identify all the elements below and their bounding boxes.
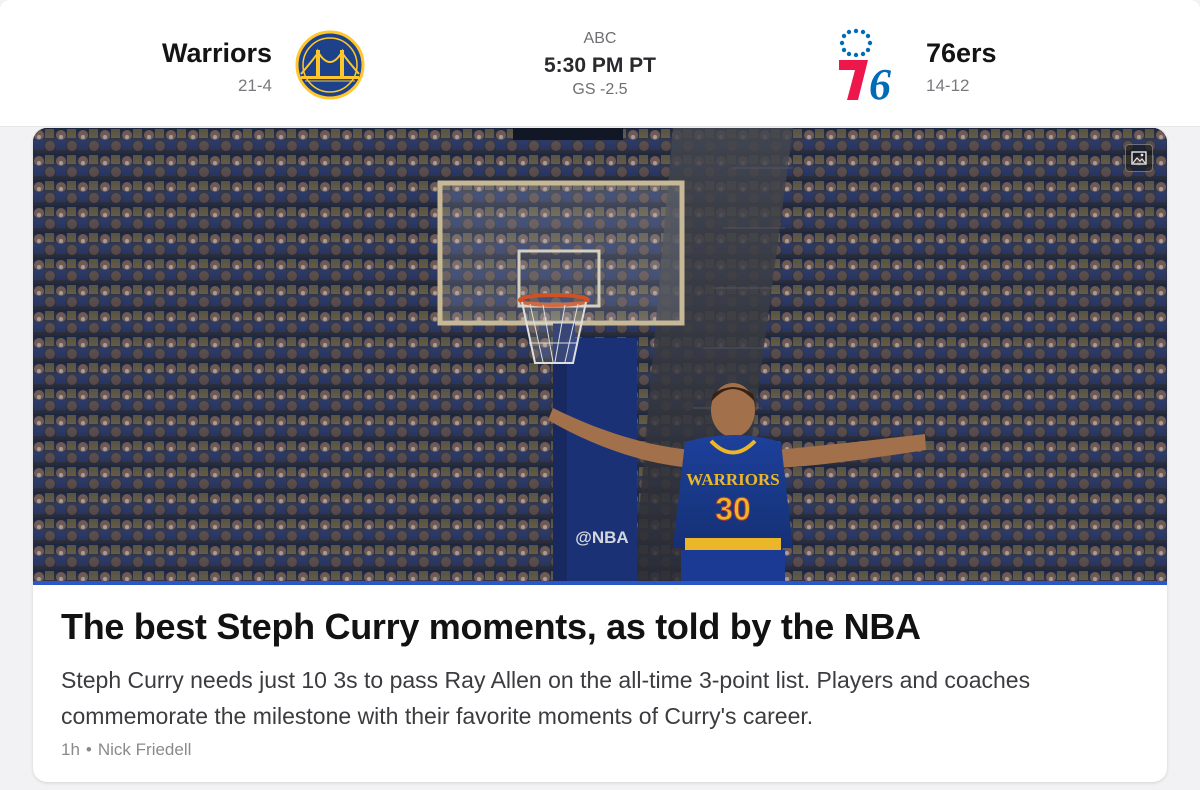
away-team-record: 14-12 bbox=[926, 76, 970, 95]
warriors-logo-icon bbox=[295, 30, 365, 100]
away-team-name: 76ers bbox=[926, 38, 997, 68]
away-team[interactable]: 76ers 14-12 bbox=[926, 0, 1126, 126]
game-time: 5:30 PM PT bbox=[543, 54, 657, 77]
tv-network: ABC bbox=[583, 30, 617, 47]
game-scoreboard[interactable]: Warriors 21-4 ABC 5:30 PM PT GS -2.5 6 7… bbox=[0, 0, 1200, 127]
meta-separator: • bbox=[85, 740, 92, 759]
article-card[interactable]: @NBA WARRIORS 30 bbox=[33, 128, 1167, 782]
article-summary: Steph Curry needs just 10 3s to pass Ray… bbox=[61, 667, 1031, 729]
article-age: 1h bbox=[61, 740, 80, 759]
hero-accent-stripe bbox=[33, 581, 1167, 585]
article-hero-image[interactable]: @NBA WARRIORS 30 bbox=[33, 128, 1167, 581]
sixers-logo-icon: 6 bbox=[839, 28, 891, 102]
betting-line: GS -2.5 bbox=[572, 81, 628, 98]
article-meta: 1h • Nick Friedell bbox=[61, 740, 191, 760]
article-author[interactable]: Nick Friedell bbox=[98, 740, 192, 759]
svg-text:6: 6 bbox=[869, 60, 891, 102]
home-team-name: Warriors bbox=[161, 38, 272, 68]
article-headline[interactable]: The best Steph Curry moments, as told by… bbox=[61, 606, 1141, 648]
home-team-record: 21-4 bbox=[237, 76, 272, 95]
image-gallery-icon[interactable] bbox=[1125, 144, 1153, 172]
home-team[interactable]: Warriors 21-4 bbox=[60, 0, 272, 126]
game-info: ABC 5:30 PM PT GS -2.5 bbox=[500, 30, 700, 99]
hero-photo: @NBA WARRIORS 30 bbox=[33, 128, 1167, 581]
